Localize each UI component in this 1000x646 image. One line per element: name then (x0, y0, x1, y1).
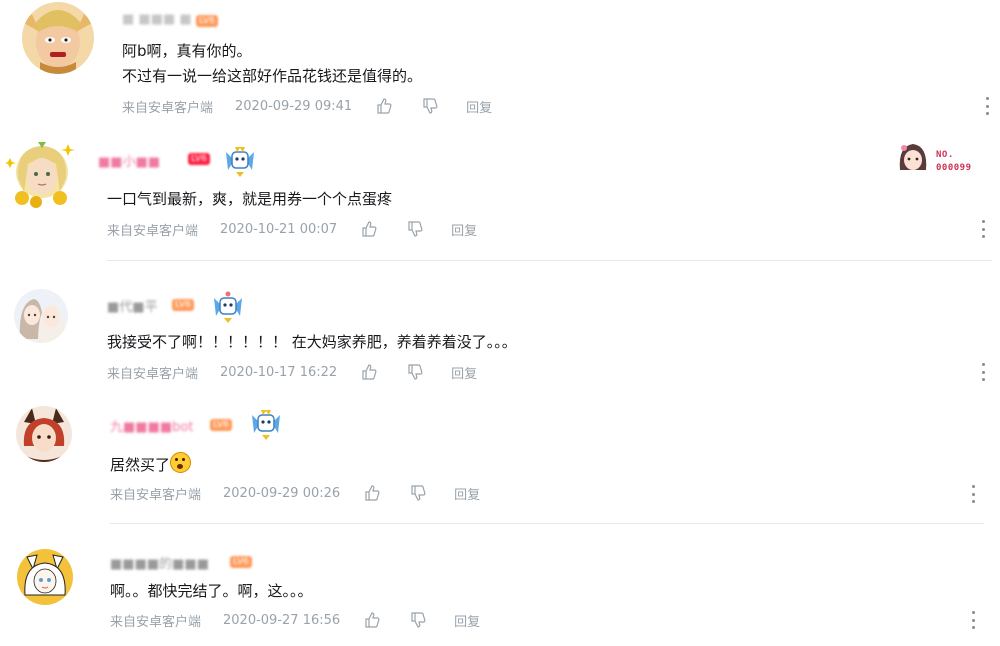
source-label: 来自安卓客户端 (122, 100, 214, 116)
timestamp: 2020-09-29 09:41 (235, 98, 353, 114)
mascot-badge-icon (210, 290, 246, 326)
more-options-icon[interactable] (980, 363, 986, 381)
comment-text-line: 我接受不了啊！！！！！！ 在大妈家养肥，养着养着没了。。。 (107, 333, 517, 351)
white-hair-girl-avatar-icon[interactable] (17, 549, 73, 605)
timestamp: 2020-09-27 16:56 (223, 612, 341, 628)
level-badge: LV6 (230, 556, 252, 568)
divider (107, 260, 992, 261)
blonde-girl-avatar-icon[interactable] (6, 138, 76, 208)
level-badge: LV6 (188, 153, 210, 165)
like-icon[interactable] (362, 610, 382, 630)
fan-girl-icon (896, 140, 930, 176)
surprised-emoji-icon (170, 452, 192, 473)
reply-button[interactable]: 回复 (454, 484, 480, 503)
elf-villain-avatar-icon[interactable] (22, 2, 94, 74)
comment-meta: 来自安卓客户端 2020-09-29 09:41 回复 (122, 96, 492, 116)
two-girls-avatar-icon[interactable] (14, 289, 68, 343)
level-badge: LV6 (172, 299, 194, 311)
more-options-icon[interactable] (970, 485, 976, 503)
dislike-icon[interactable] (408, 610, 428, 630)
timestamp: 2020-09-29 00:26 (223, 485, 341, 501)
like-icon[interactable] (362, 483, 382, 503)
source-label: 来自安卓客户端 (107, 223, 199, 239)
divider (110, 523, 984, 524)
dislike-icon[interactable] (405, 219, 425, 239)
timestamp: 2020-10-17 16:22 (220, 364, 338, 380)
dislike-icon[interactable] (408, 483, 428, 503)
level-badge: LV6 (210, 419, 232, 431)
username[interactable]: ■■■■的■■■ (110, 553, 209, 572)
comment-text: 居然买了 (110, 456, 171, 474)
username[interactable]: ■■小■■ (98, 151, 160, 170)
more-options-icon[interactable] (980, 220, 986, 238)
comment-meta: 来自安卓客户端 2020-10-17 16:22 回复 (107, 362, 477, 382)
reply-button[interactable]: 回复 (466, 97, 492, 116)
horned-character-avatar-icon[interactable] (16, 406, 72, 462)
source-label: 来自安卓客户端 (107, 366, 199, 382)
username[interactable]: ■ ■■■ ■ (122, 12, 192, 27)
comment-meta: 来自安卓客户端 2020-09-27 16:56 回复 (110, 610, 480, 630)
timestamp: 2020-10-21 00:07 (220, 221, 338, 237)
source-label: 来自安卓客户端 (110, 487, 202, 503)
username[interactable]: 九■■■■bot (110, 416, 193, 435)
reply-button[interactable]: 回复 (454, 611, 480, 630)
more-options-icon[interactable] (984, 97, 990, 115)
more-options-icon[interactable] (970, 611, 976, 629)
comment-text-line: 啊。。都快完结了。啊，这。。。 (110, 582, 313, 600)
fan-number-label: NO. (936, 150, 954, 160)
like-icon[interactable] (374, 96, 394, 116)
mascot-badge-icon (222, 144, 258, 180)
reply-button[interactable]: 回复 (451, 363, 477, 382)
comment-meta: 来自安卓客户端 2020-10-21 00:07 回复 (107, 219, 477, 239)
like-icon[interactable] (359, 362, 379, 382)
reply-button[interactable]: 回复 (451, 220, 477, 239)
level-badge: LV6 (196, 15, 218, 27)
fan-number-value: 000099 (936, 163, 972, 173)
comment-text-line: 居然买了 (110, 452, 192, 477)
dislike-icon[interactable] (420, 96, 440, 116)
comment-text-line: 一口气到最新，爽，就是用券一个个点蛋疼 (107, 190, 393, 208)
comment-text-line: 不过有一说一给这部好作品花钱还是值得的。 (122, 67, 423, 85)
username[interactable]: ■代■平 (107, 296, 158, 315)
comment-text-line: 阿b啊，真有你的。 (122, 42, 252, 60)
dislike-icon[interactable] (405, 362, 425, 382)
source-label: 来自安卓客户端 (110, 614, 202, 630)
like-icon[interactable] (359, 219, 379, 239)
comment-meta: 来自安卓客户端 2020-09-29 00:26 回复 (110, 483, 480, 503)
mascot-badge-icon (248, 407, 284, 443)
